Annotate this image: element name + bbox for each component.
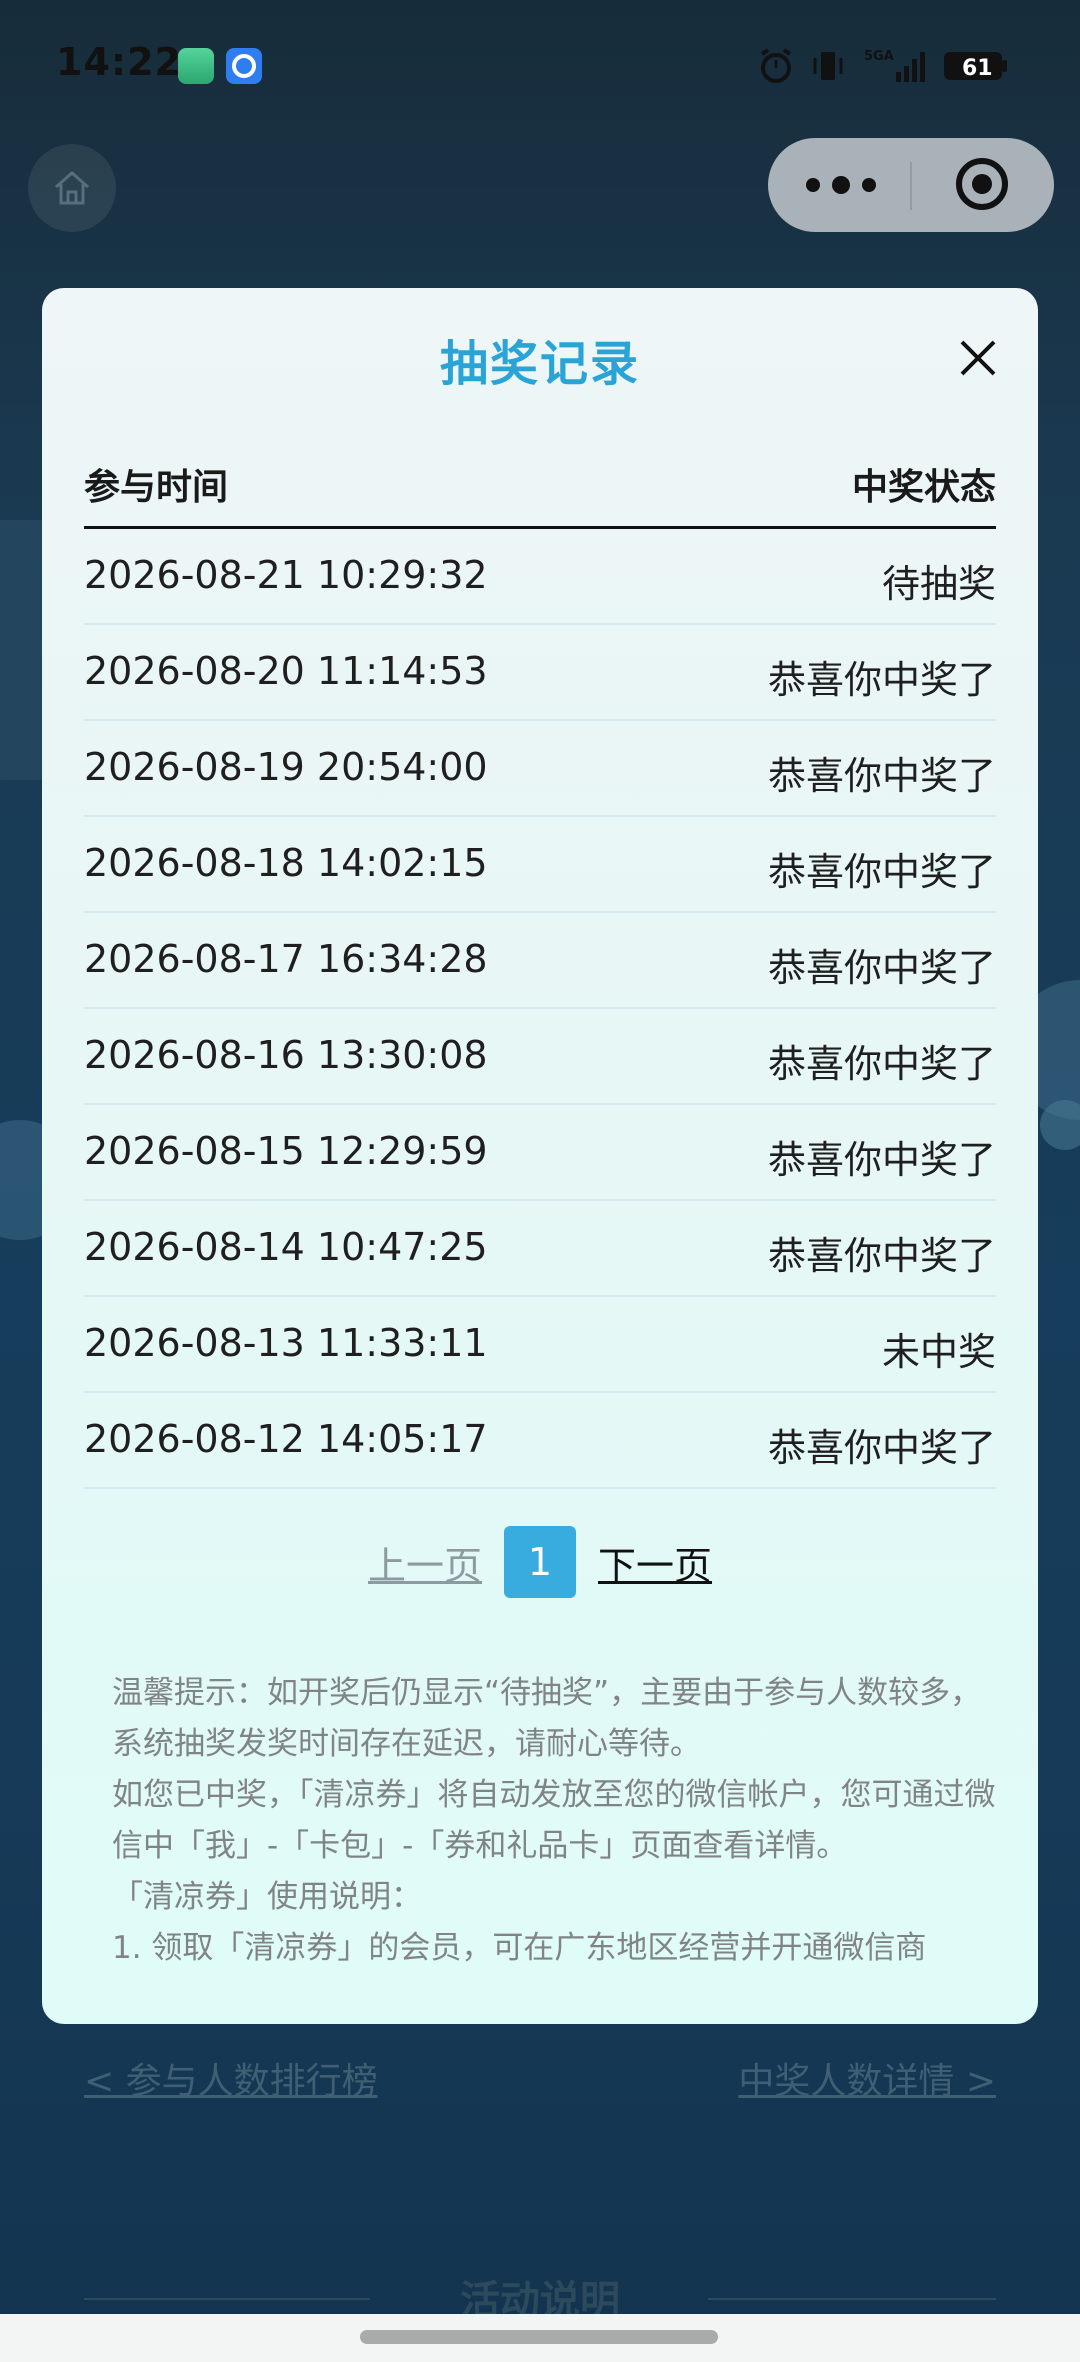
miniprogram-capsule bbox=[768, 138, 1054, 232]
row-time: 2026-08-18 14:02:15 bbox=[84, 841, 488, 885]
tip-paragraph: 如您已中奖，「清凉券」将自动发放至您的微信帐户，您可通过微信中「我」-「卡包」-… bbox=[112, 1777, 996, 1864]
signal-icon: 5GA bbox=[864, 46, 930, 86]
row-time: 2026-08-19 20:54:00 bbox=[84, 745, 488, 789]
table-row: 2026-08-12 14:05:17 恭喜你中奖了 bbox=[84, 1393, 996, 1489]
row-status: 恭喜你中奖了 bbox=[767, 1138, 996, 1182]
table-row: 2026-08-14 10:47:25 恭喜你中奖了 bbox=[84, 1201, 996, 1297]
row-time: 2026-08-21 10:29:32 bbox=[84, 553, 488, 597]
background-decoration bbox=[1040, 1100, 1080, 1150]
row-status: 恭喜你中奖了 bbox=[767, 1426, 996, 1470]
vibrate-icon bbox=[810, 46, 846, 86]
status-time: 14:22 bbox=[56, 40, 182, 84]
tip-paragraph: 温馨提示：如开奖后仍显示“待抽奖”，主要由于参与人数较多，系统抽奖发奖时间存在延… bbox=[112, 1675, 982, 1762]
lottery-record-modal: 抽奖记录 参与时间 中奖状态 2026-08-21 10:29:32 待抽奖 202… bbox=[42, 288, 1038, 2024]
battery-icon: 61 bbox=[942, 46, 1010, 86]
table-row: 2026-08-18 14:02:15 恭喜你中奖了 bbox=[84, 817, 996, 913]
row-status: 恭喜你中奖了 bbox=[767, 754, 996, 798]
pagination: 上一页 1 下一页 bbox=[42, 1526, 1038, 1598]
page-number-button[interactable]: 1 bbox=[504, 1526, 576, 1598]
more-dot bbox=[862, 178, 876, 192]
row-time: 2026-08-12 14:05:17 bbox=[84, 1417, 488, 1461]
row-time: 2026-08-15 12:29:59 bbox=[84, 1129, 488, 1173]
row-time: 2026-08-13 11:33:11 bbox=[84, 1321, 488, 1365]
browser-notification-icon bbox=[226, 48, 262, 84]
modal-title: 抽奖记录 bbox=[439, 336, 640, 392]
app-notification-icon bbox=[178, 48, 214, 84]
row-status: 待抽奖 bbox=[881, 562, 996, 606]
prev-page-button[interactable]: 上一页 bbox=[368, 1535, 482, 1590]
row-status: 恭喜你中奖了 bbox=[767, 1234, 996, 1278]
battery-level: 61 bbox=[962, 56, 993, 81]
row-status: 恭喜你中奖了 bbox=[767, 946, 996, 990]
close-miniprogram-button[interactable] bbox=[956, 158, 1008, 210]
section-divider-right bbox=[708, 2298, 996, 2300]
capsule-divider bbox=[910, 162, 912, 210]
home-icon bbox=[55, 171, 89, 205]
column-header-time: 参与时间 bbox=[84, 467, 229, 508]
record-table: 参与时间 中奖状态 2026-08-21 10:29:32 待抽奖 2026-08-… bbox=[84, 440, 996, 1489]
alarm-icon bbox=[756, 46, 796, 86]
home-button[interactable] bbox=[28, 144, 116, 232]
ranking-link[interactable]: < 参与人数排行榜 bbox=[84, 2052, 378, 2104]
table-header: 参与时间 中奖状态 bbox=[84, 440, 996, 529]
close-button[interactable] bbox=[948, 328, 1008, 388]
row-time: 2026-08-17 16:34:28 bbox=[84, 937, 488, 981]
table-row: 2026-08-19 20:54:00 恭喜你中奖了 bbox=[84, 721, 996, 817]
tip-paragraph: 「清凉券」使用说明： bbox=[112, 1879, 422, 1915]
next-page-button[interactable]: 下一页 bbox=[598, 1535, 712, 1590]
row-status: 恭喜你中奖了 bbox=[767, 850, 996, 894]
row-status: 未中奖 bbox=[881, 1330, 996, 1374]
status-bar: 14:22 5GA 61 bbox=[0, 0, 1080, 135]
page: 14:22 5GA 61 抽奖记录 参与时间 中奖状态 2026-08-21 1… bbox=[0, 0, 1080, 2362]
row-time: 2026-08-20 11:14:53 bbox=[84, 649, 488, 693]
close-icon bbox=[960, 340, 996, 376]
more-dot bbox=[832, 176, 850, 194]
row-time: 2026-08-16 13:30:08 bbox=[84, 1033, 488, 1077]
system-navigation-bar bbox=[0, 2314, 1080, 2362]
table-row: 2026-08-15 12:29:59 恭喜你中奖了 bbox=[84, 1105, 996, 1201]
tip-paragraph: 1. 领取「清凉券」的会员，可在广东地区经营并开通微信商 bbox=[112, 1930, 927, 1966]
table-body: 2026-08-21 10:29:32 待抽奖 2026-08-20 11:14:5… bbox=[84, 529, 996, 1489]
row-status: 恭喜你中奖了 bbox=[767, 658, 996, 702]
more-options-button[interactable] bbox=[806, 168, 876, 202]
tips-text: 温馨提示：如开奖后仍显示“待抽奖”，主要由于参与人数较多，系统抽奖发奖时间存在延… bbox=[112, 1668, 1012, 1974]
table-row: 2026-08-13 11:33:11 未中奖 bbox=[84, 1297, 996, 1393]
winners-detail-link[interactable]: 中奖人数详情 > bbox=[738, 2052, 996, 2104]
more-dot bbox=[806, 178, 820, 192]
network-type: 5GA bbox=[864, 49, 894, 64]
row-status: 恭喜你中奖了 bbox=[767, 1042, 996, 1086]
table-row: 2026-08-17 16:34:28 恭喜你中奖了 bbox=[84, 913, 996, 1009]
column-header-status: 中奖状态 bbox=[851, 467, 996, 508]
gesture-handle[interactable] bbox=[360, 2330, 718, 2344]
table-row: 2026-08-20 11:14:53 恭喜你中奖了 bbox=[84, 625, 996, 721]
row-time: 2026-08-14 10:47:25 bbox=[84, 1225, 488, 1269]
table-row: 2026-08-21 10:29:32 待抽奖 bbox=[84, 529, 996, 625]
table-row: 2026-08-16 13:30:08 恭喜你中奖了 bbox=[84, 1009, 996, 1105]
